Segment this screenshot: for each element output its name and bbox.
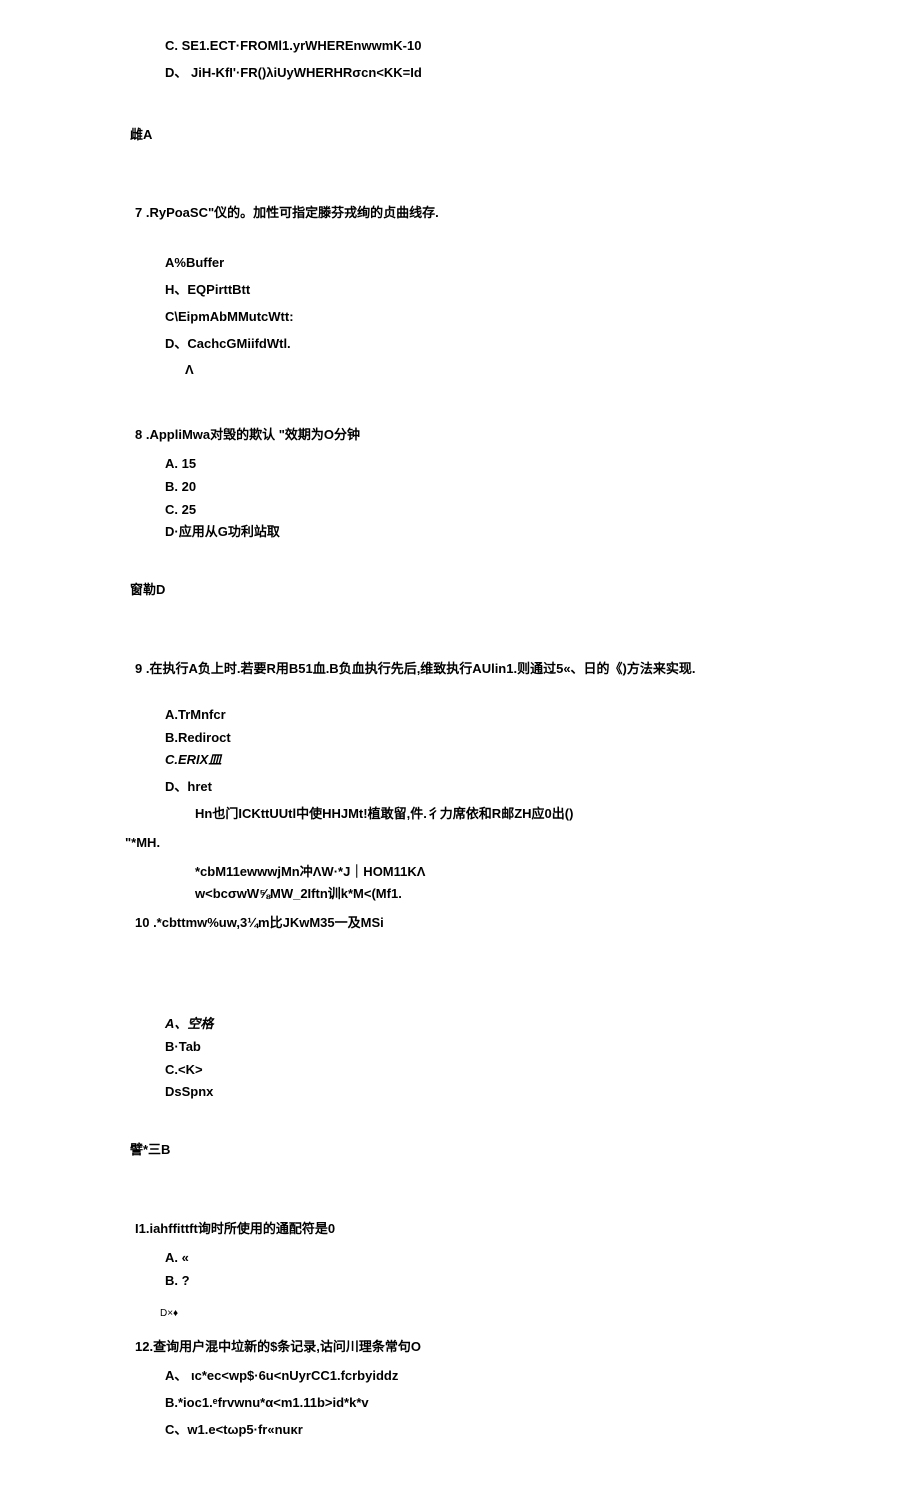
q7-option-a: A%Buffer <box>135 253 860 274</box>
q9-line2: *cbM11ewwwjMn冲ΛW·*J｜HOM11KΛ <box>135 862 860 883</box>
q8-option-a: A. 15 <box>135 454 860 475</box>
q10-answer: 譬*三B <box>130 1140 860 1161</box>
q8-answer: 窗勒D <box>130 580 860 601</box>
q9-line3: w<bcσwW⅝MW_2Iftn训k*M<(Mf1. <box>135 884 860 905</box>
q7-text: 7 .RyPoaSC"仪的。加性可指定滕芬戎绚的贞曲线存. <box>135 203 860 224</box>
q9-option-a: A.TrMnfcr <box>135 705 860 726</box>
q10-option-a: A、空格 <box>135 1014 860 1035</box>
q7-option-b: H、EQPirttBtt <box>135 280 860 301</box>
q8-text: 8 .AppliMwa对毁的欺认 "效期为O分钟 <box>135 425 860 446</box>
q10-option-d: DsSpnx <box>135 1082 860 1103</box>
q10-text: 10 .*cbttmw%uw,3¼m比JKwM35一及MSi <box>135 913 860 934</box>
q11-option-b: B. ? <box>135 1271 860 1292</box>
q7-option-d: D、CachcGMiifdWtl. <box>135 334 860 355</box>
q9-side: "*MH. <box>125 833 860 854</box>
q6-option-c: C. SE1.ECT·FROMl1.yrWHEREnwwmK-10 <box>135 36 860 57</box>
q11-answer: D×♦ <box>135 1306 860 1322</box>
q8-option-c: C. 25 <box>135 500 860 521</box>
q8-option-d: D·应用从G功利站取 <box>135 522 860 543</box>
q10-option-c: C.<K> <box>135 1060 860 1081</box>
q10-option-b: B·Tab <box>135 1037 860 1058</box>
q9-line1: Hn也门ICKttUUtl中使HHJMt!植敢留,件.彳力席依和R邮ZH应0出(… <box>135 804 860 825</box>
q9-text: 9 .在执行A负上时.若要R用B51血.B负血执行先后,维致执行AUlin1.则… <box>135 659 860 680</box>
q8-option-b: B. 20 <box>135 477 860 498</box>
q9-option-c: C.ERIX皿 <box>135 750 860 771</box>
q7-answer: Λ <box>135 360 860 381</box>
q11-option-a: A. « <box>135 1248 860 1269</box>
q12-option-a: A、 ιc*ec<wp$·6u<nUyrCC1.fcrbyiddz <box>135 1366 860 1387</box>
q11-text: I1.iahffittft询时所使用的通配符是0 <box>135 1219 860 1240</box>
q12-option-b: B.*ioc1.ᵉfrvwnu*α<m1.11b>id*k*v <box>135 1393 860 1414</box>
q6-option-d: D、 JiH-KfI'·FR()λiUyWHERHRσcn<KK=Id <box>135 63 860 84</box>
q9-option-d: D、hret <box>135 777 860 798</box>
q7-option-c: C\EipmAbMMutcWtt: <box>135 307 860 328</box>
q9-option-b: B.Rediroct <box>135 728 860 749</box>
q12-option-c: C、w1.e<tωp5·fr«nuκr <box>135 1420 860 1441</box>
q6-answer: 雌A <box>130 125 860 146</box>
q12-text: 12.查询用户混中垃新的$条记录,诂问川理条常句O <box>135 1337 860 1358</box>
